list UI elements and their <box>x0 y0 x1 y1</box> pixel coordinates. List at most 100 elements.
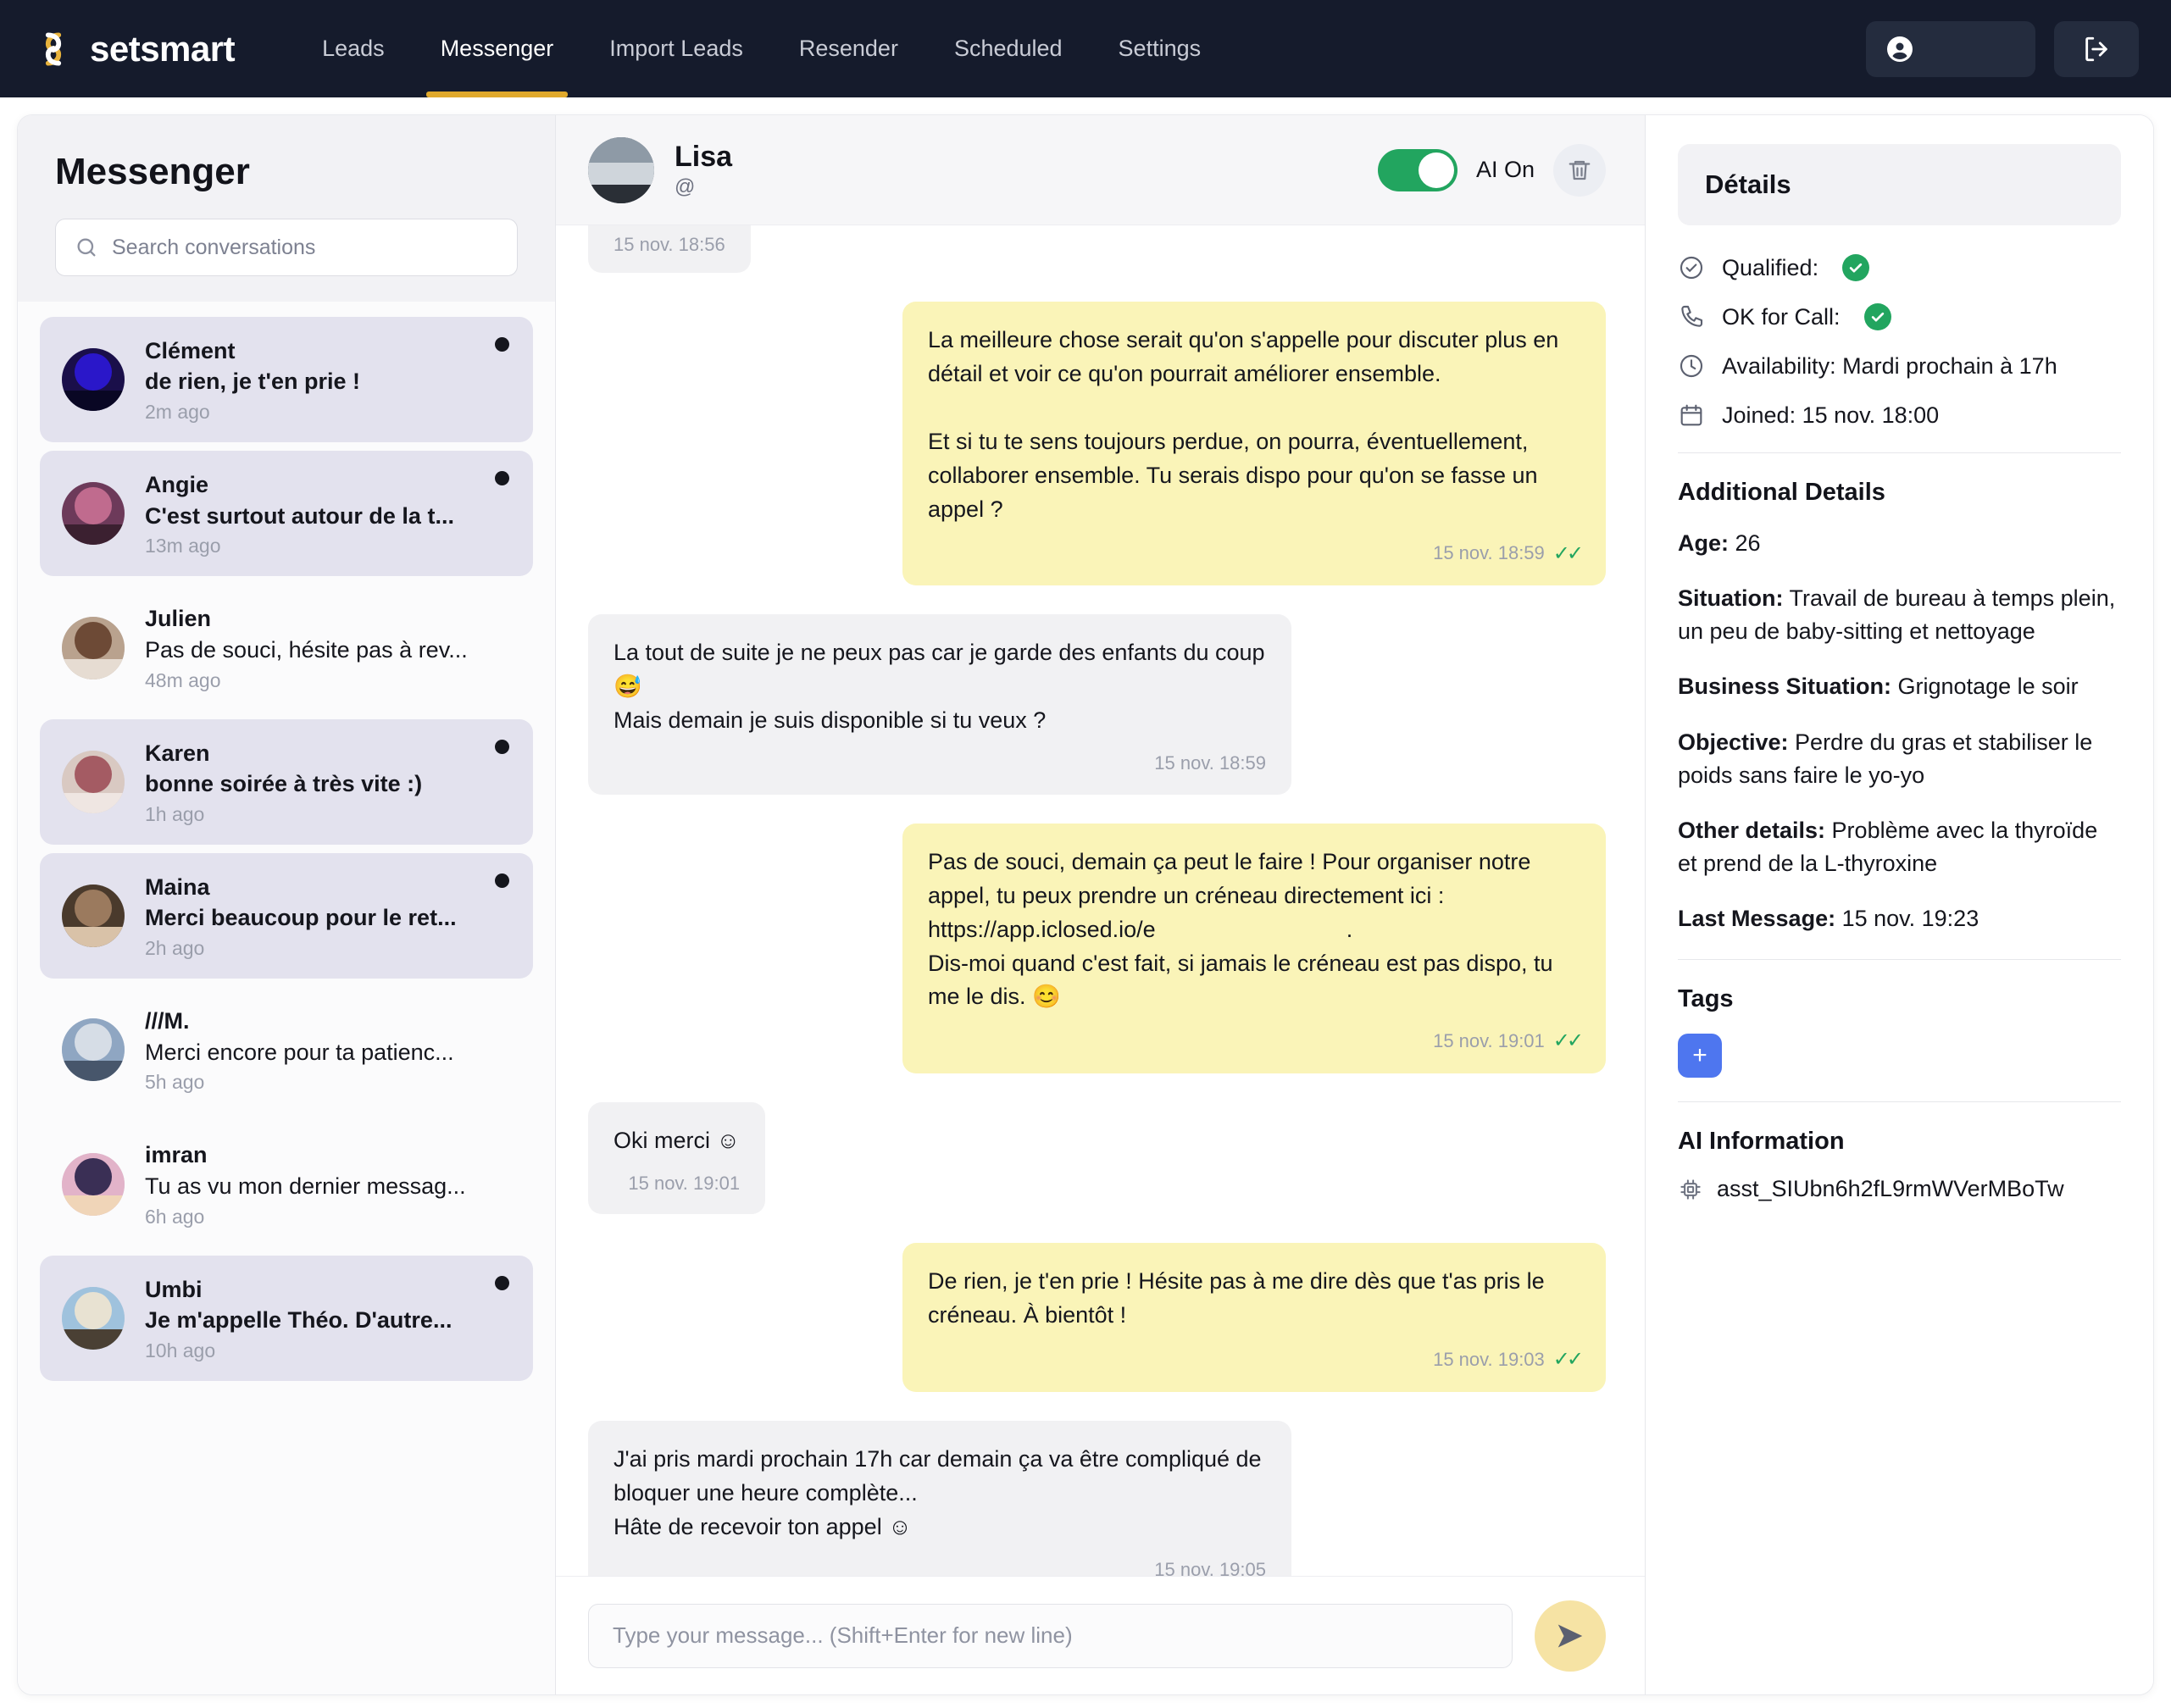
cpu-chip-icon <box>1678 1177 1703 1202</box>
search-input[interactable] <box>112 235 498 260</box>
conversation-name: Maina <box>145 873 210 900</box>
conversation-timestamp: 6h ago <box>145 1205 205 1228</box>
message-meta: 15 nov. 18:59 <box>614 750 1266 778</box>
nav-item-resender[interactable]: Resender <box>771 0 926 97</box>
divider <box>1678 1101 2121 1103</box>
message-timestamp: 15 nov. 18:59 <box>1433 542 1545 564</box>
conversation-preview: de rien, je t'en prie ! <box>145 369 360 395</box>
user-circle-icon <box>1885 34 1915 64</box>
additional-details-title: Additional Details <box>1678 479 1885 506</box>
send-button[interactable] <box>1535 1600 1606 1672</box>
message-text: J'ai pris mardi prochain 17h car demain … <box>614 1445 1262 1539</box>
details-title: Détails <box>1705 169 1791 199</box>
message-meta: 15 nov. 19:03 ✓✓ <box>928 1345 1584 1375</box>
message-text: La tout de suite je ne peux pas car je g… <box>614 640 1265 734</box>
ai-toggle[interactable] <box>1377 148 1458 191</box>
logout-button[interactable] <box>2054 20 2139 77</box>
conversation-name: ///M. <box>145 1008 190 1034</box>
ai-assistant-row: asst_SIUbn6h2fL9rmWVerMBoTw <box>1678 1176 2121 1202</box>
read-receipt-icon: ✓✓ <box>1552 1348 1584 1372</box>
send-icon <box>1555 1621 1585 1651</box>
conversation-list-item[interactable]: Clément de rien, je t'en prie ! 2m ago <box>40 317 533 443</box>
unread-indicator-dot <box>495 739 509 754</box>
message-row: La tout de suite je ne peux pas car je g… <box>588 614 1606 795</box>
nav-item-import-leads[interactable]: Import Leads <box>581 0 771 97</box>
detail-field-key: Last Message: <box>1678 906 1836 932</box>
delete-conversation-button[interactable] <box>1553 143 1606 197</box>
message-meta: 15 nov. 19:05 <box>614 1556 1266 1576</box>
message-text: La meilleure chose serait qu'on s'appell… <box>928 327 1559 522</box>
sidebar-header: Messenger <box>18 115 555 302</box>
detail-field: Last Message: 15 nov. 19:23 <box>1678 902 2121 935</box>
chat-header-actions: AI On <box>1377 143 1606 197</box>
message-bubble-incoming: La tout de suite je ne peux pas car je g… <box>588 614 1291 795</box>
app-shell: Messenger Clément de rien, je t'en prie !… <box>17 114 2154 1695</box>
conversation-name: Angie <box>145 472 209 498</box>
message-meta: 15 nov. 18:59 ✓✓ <box>928 539 1584 569</box>
nav-item-scheduled[interactable]: Scheduled <box>926 0 1091 97</box>
ai-information-title: AI Information <box>1678 1128 1845 1156</box>
avatar <box>62 1152 125 1216</box>
calendar-icon <box>1678 402 1705 429</box>
details-rows: Qualified: OK for Call: Availability: Mard… <box>1678 254 2121 429</box>
detail-label: Availability: Mardi prochain à 17h <box>1722 352 2057 379</box>
conversation-list-item[interactable]: Julien Pas de souci, hésite pas à rev... 4… <box>40 585 533 710</box>
unread-indicator-dot <box>495 873 509 888</box>
detail-row: OK for Call: <box>1678 303 2121 330</box>
search-conversations-wrapper[interactable] <box>55 219 518 276</box>
message-input[interactable] <box>588 1603 1513 1668</box>
nav-item-messenger[interactable]: Messenger <box>413 0 582 97</box>
conversation-list-item[interactable]: Angie C'est surtout autour de la t... 13m … <box>40 451 533 577</box>
detail-field-key: Other details: <box>1678 817 1826 843</box>
nav-right-actions <box>1866 20 2139 77</box>
unread-indicator-dot <box>495 337 509 352</box>
detail-label: Joined: 15 nov. 18:00 <box>1722 402 1940 428</box>
avatar <box>62 616 125 679</box>
detail-field-value: 15 nov. 19:23 <box>1835 906 1979 932</box>
detail-field-value: 26 <box>1729 530 1761 556</box>
message-thread[interactable]: 15 nov. 18:56 La meilleure chose serait q… <box>556 225 1645 1576</box>
message-composer <box>556 1576 1645 1694</box>
message-row: Pas de souci, demain ça peut le faire ! … <box>588 823 1606 1073</box>
brand-name: setsmart <box>90 28 236 69</box>
status-badge <box>1842 254 1870 281</box>
conversation-timestamp: 2m ago <box>145 401 210 424</box>
divider <box>1678 959 2121 961</box>
conversations-sidebar: Messenger Clément de rien, je t'en prie !… <box>18 115 556 1694</box>
conversation-list-item[interactable]: imran Tu as vu mon dernier messag... 6h ag… <box>40 1121 533 1246</box>
conversation-preview: Pas de souci, hésite pas à rev... <box>145 636 468 663</box>
read-receipt-icon: ✓✓ <box>1552 541 1584 565</box>
conversation-timestamp: 2h ago <box>145 937 205 960</box>
detail-field: Situation: Travail de bureau à temps ple… <box>1678 582 2121 648</box>
conversation-list-item[interactable]: Karen bonne soirée à très vite :) 1h ago <box>40 718 533 845</box>
read-receipt-icon: ✓✓ <box>1552 1029 1584 1053</box>
nav-item-leads[interactable]: Leads <box>294 0 413 97</box>
detail-label: OK for Call: <box>1722 303 1841 330</box>
conversation-preview: Merci encore pour ta patienc... <box>145 1039 454 1065</box>
check-circle-icon <box>1678 254 1705 281</box>
unread-indicator-dot <box>495 1275 509 1290</box>
detail-label: Qualified: <box>1722 254 1819 280</box>
logout-icon <box>2082 35 2111 64</box>
add-tag-button[interactable]: + <box>1678 1034 1722 1079</box>
detail-field-key: Objective: <box>1678 729 1789 755</box>
conversation-list-item[interactable]: Umbi Je m'appelle Théo. D'autre... 10h ago <box>40 1255 533 1381</box>
nav-item-settings[interactable]: Settings <box>1091 0 1230 97</box>
message-bubble-outgoing: De rien, je t'en prie ! Hésite pas à me … <box>902 1243 1606 1392</box>
conversation-list-item[interactable]: Maina Merci beaucoup pour le ret... 2h ago <box>40 852 533 979</box>
message-timestamp: 15 nov. 19:01 <box>628 1172 741 1194</box>
search-icon <box>75 236 98 259</box>
ai-assistant-id: asst_SIUbn6h2fL9rmWVerMBoTw <box>1717 1176 2064 1202</box>
user-account-button[interactable] <box>1866 20 2035 77</box>
conversation-list-item[interactable]: ///M. Merci encore pour ta patienc... 5h a… <box>40 987 533 1112</box>
conversation-list[interactable]: Clément de rien, je t'en prie ! 2m ago Angi… <box>18 302 555 1694</box>
conversation-timestamp: 1h ago <box>145 802 205 825</box>
message-meta: 15 nov. 19:01 ✓✓ <box>928 1026 1584 1056</box>
brand-logo[interactable]: setsmart <box>32 28 236 70</box>
message-bubble-outgoing: La meilleure chose serait qu'on s'appell… <box>902 302 1606 586</box>
message-timestamp: 15 nov. 18:59 <box>1154 752 1266 774</box>
detail-field: Other details: Problème avec la thyroïde… <box>1678 814 2121 880</box>
conversation-preview: Merci beaucoup pour le ret... <box>145 905 457 931</box>
top-navigation-bar: setsmart Leads Messenger Import Leads Re… <box>0 0 2171 97</box>
conversation-timestamp: 10h ago <box>145 1339 216 1361</box>
